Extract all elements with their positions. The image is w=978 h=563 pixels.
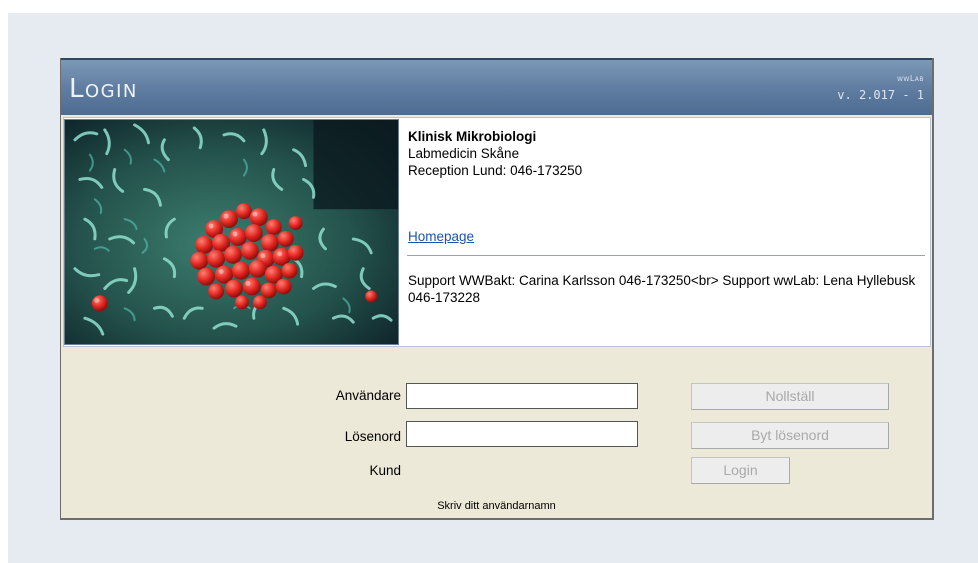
username-input[interactable]: [406, 383, 638, 409]
login-header: Login wwLab v. 2.017 - 1: [61, 58, 932, 115]
login-button[interactable]: Login: [691, 457, 790, 484]
microbiology-image: [64, 119, 399, 345]
login-title: Login: [69, 74, 138, 104]
login-panel: Login wwLab v. 2.017 - 1 Klinisk Mikrobi…: [60, 58, 934, 520]
app-version: v. 2.017 - 1: [837, 88, 924, 102]
app-brand: wwLab: [896, 74, 924, 83]
org-name: Klinisk Mikrobiologi: [408, 129, 537, 144]
homepage-link[interactable]: Homepage: [408, 229, 474, 244]
customer-label: Kund: [369, 463, 401, 478]
reception-phone: Reception Lund: 046-173250: [408, 163, 583, 178]
password-label: Lösenord: [344, 429, 401, 444]
change-password-button[interactable]: Byt lösenord: [691, 422, 889, 449]
login-hint: Skriv ditt användarnamn: [437, 500, 556, 512]
dept-name: Labmedicin Skåne: [408, 146, 520, 161]
organization-info: Klinisk Mikrobiologi Labmedicin Skåne Re…: [408, 128, 928, 179]
reset-button[interactable]: Nollställ: [691, 383, 889, 410]
password-input[interactable]: [406, 421, 638, 447]
info-divider: [407, 255, 925, 256]
username-label: Användare: [335, 388, 401, 403]
support-text: Support WWBakt: Carina Karlsson 046-1732…: [408, 273, 916, 305]
